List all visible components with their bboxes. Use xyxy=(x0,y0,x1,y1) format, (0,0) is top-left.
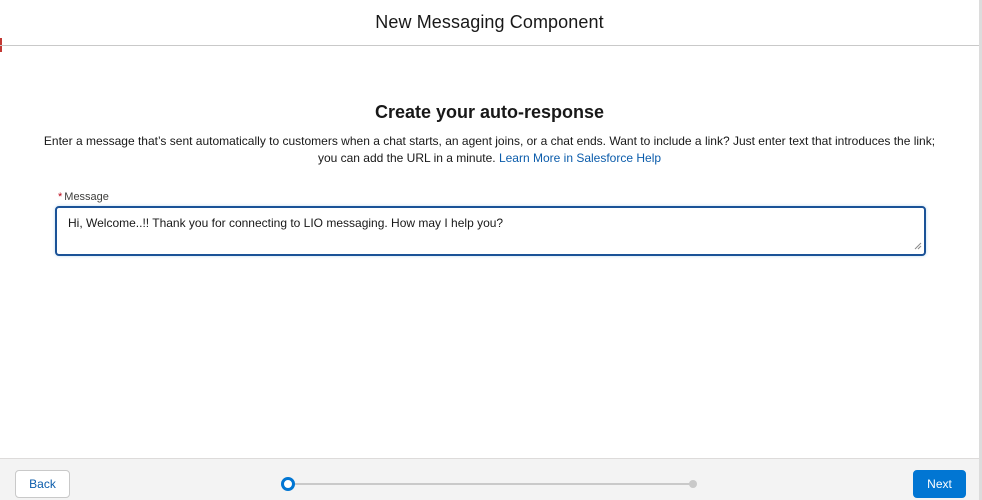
messaging-component-modal: New Messaging Component Create your auto… xyxy=(0,0,982,500)
modal-title: New Messaging Component xyxy=(375,12,604,32)
description-text: Enter a message that’s sent automaticall… xyxy=(40,133,939,167)
modal-header: New Messaging Component xyxy=(0,0,979,46)
message-textarea[interactable]: Hi, Welcome..!! Thank you for connecting… xyxy=(55,206,926,256)
message-label: * Message xyxy=(58,191,109,203)
modal-footer: Back Next xyxy=(0,458,979,500)
description-body: Enter a message that’s sent automaticall… xyxy=(43,134,936,165)
help-link[interactable]: Learn More in Salesforce Help xyxy=(499,151,661,165)
progress-track xyxy=(288,483,693,485)
required-marker: * xyxy=(58,191,63,203)
next-button[interactable]: Next xyxy=(913,470,966,498)
message-label-text: Message xyxy=(64,191,109,203)
section-title: Create your auto-response xyxy=(374,102,605,122)
progress-step-current[interactable] xyxy=(281,477,295,491)
progress-step-final[interactable] xyxy=(689,480,697,488)
modal-body: Create your auto-response Enter a messag… xyxy=(0,46,979,458)
back-button[interactable]: Back xyxy=(15,470,70,498)
